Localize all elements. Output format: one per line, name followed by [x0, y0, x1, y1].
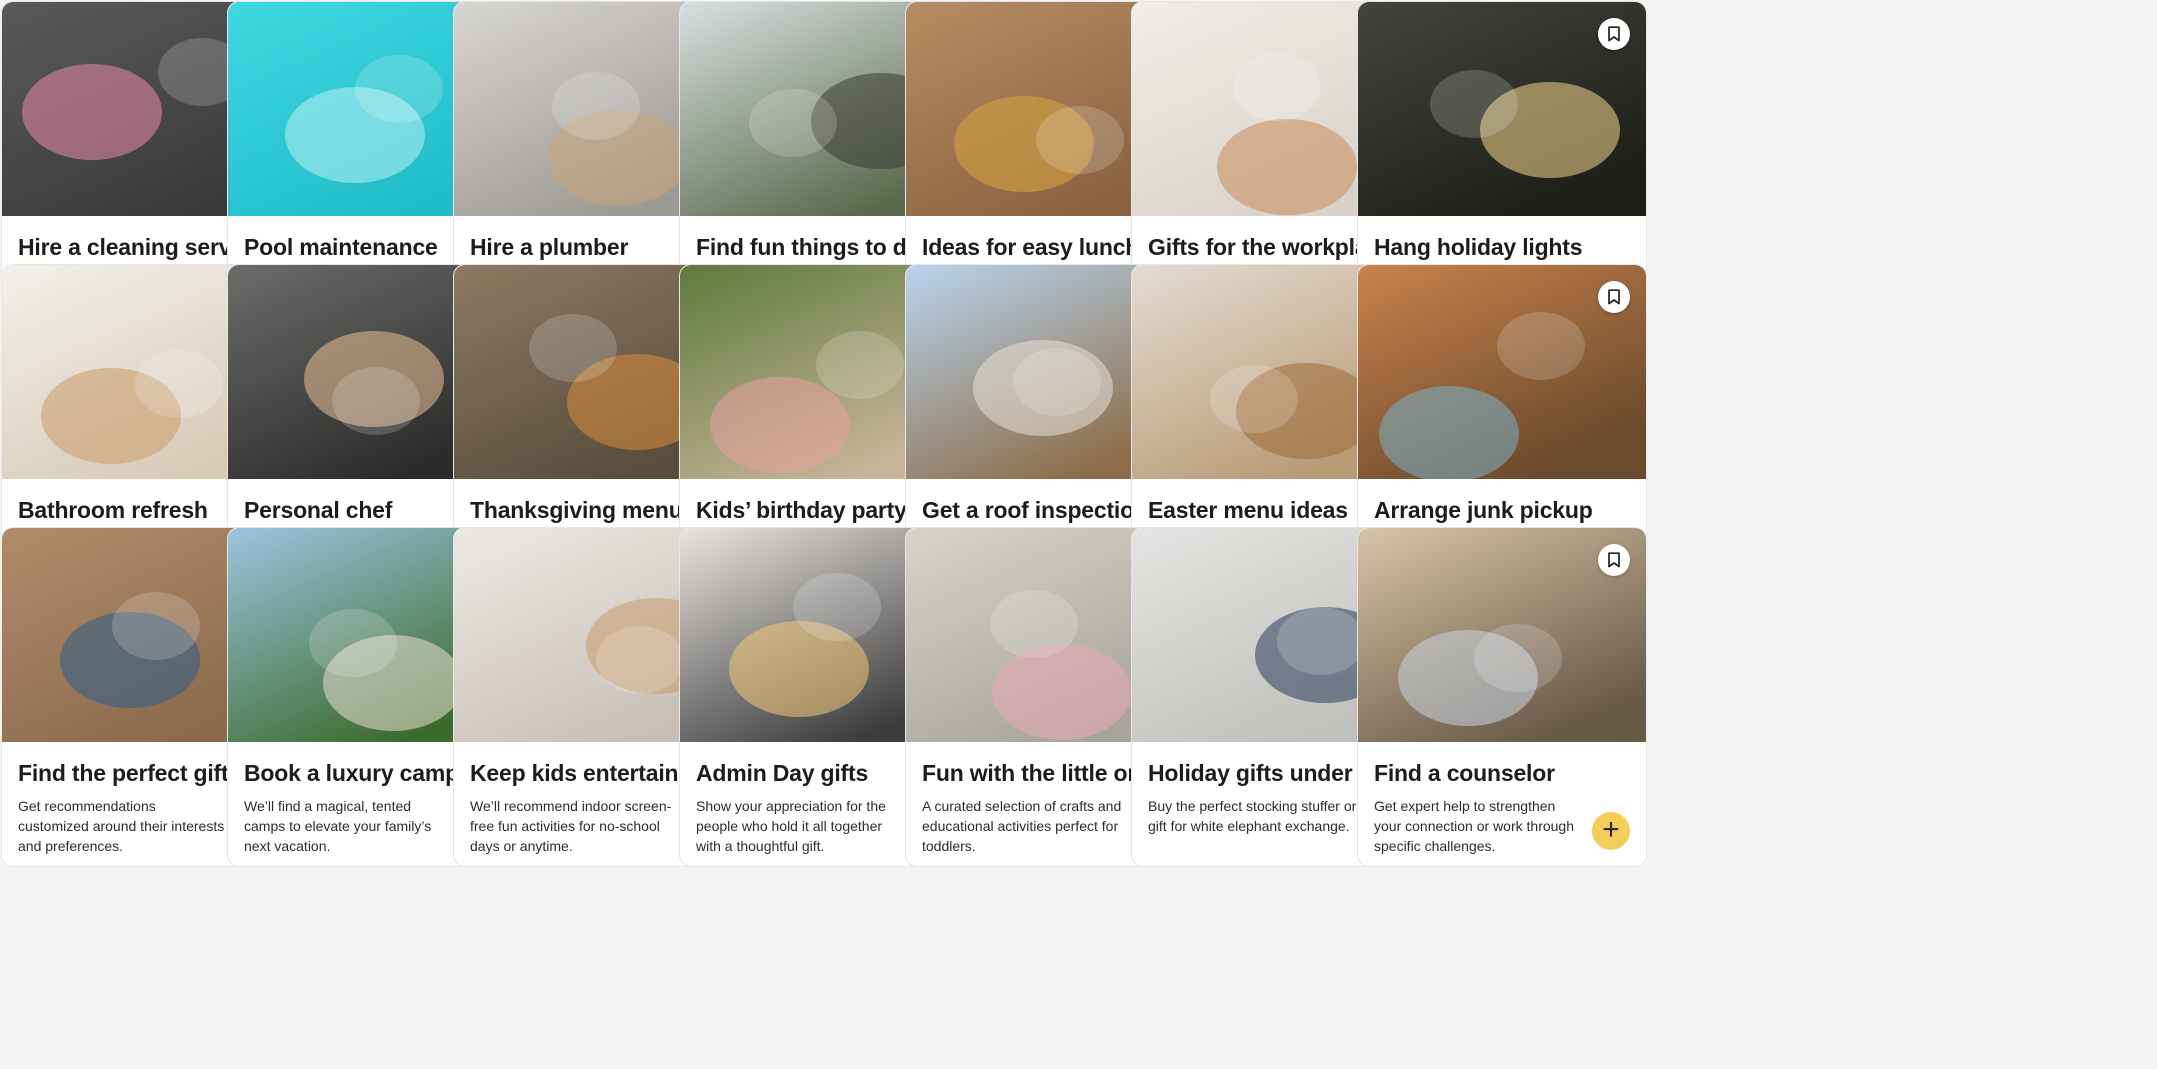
card-description: A curated selection of crafts and educat… — [922, 798, 1122, 854]
card-description: Get expert help to strengthen your conne… — [1374, 798, 1574, 854]
bookmark-icon — [1608, 26, 1620, 42]
bookmark-button[interactable] — [1598, 281, 1630, 313]
card-description: Buy the perfect stocking stuffer or gift… — [1148, 798, 1357, 834]
plus-icon: + — [1602, 812, 1620, 846]
bookmark-button[interactable] — [1598, 544, 1630, 576]
card-description: We’ll recommend indoor screen-free fun a… — [470, 798, 672, 854]
bookmark-icon — [1608, 552, 1620, 568]
card-description: Show your appreciation for the people wh… — [696, 798, 886, 854]
card-title: Find a counselor — [1374, 760, 1555, 786]
card-title: Hang holiday lights — [1374, 234, 1583, 260]
card-description: We’ll find a magical, tented camps to el… — [244, 798, 432, 854]
activity-card[interactable]: Find a counselor Get expert help to stren… — [1357, 527, 1647, 867]
card-description: Get recommendations customized around th… — [18, 798, 225, 854]
card-title: Arrange junk pickup — [1374, 497, 1593, 523]
activity-card-grid: Hire a cleaning serviceWe’ll help find a… — [0, 0, 2157, 1069]
bookmark-button[interactable] — [1598, 18, 1630, 50]
add-button[interactable]: + — [1592, 812, 1630, 850]
bookmark-icon — [1608, 289, 1620, 305]
